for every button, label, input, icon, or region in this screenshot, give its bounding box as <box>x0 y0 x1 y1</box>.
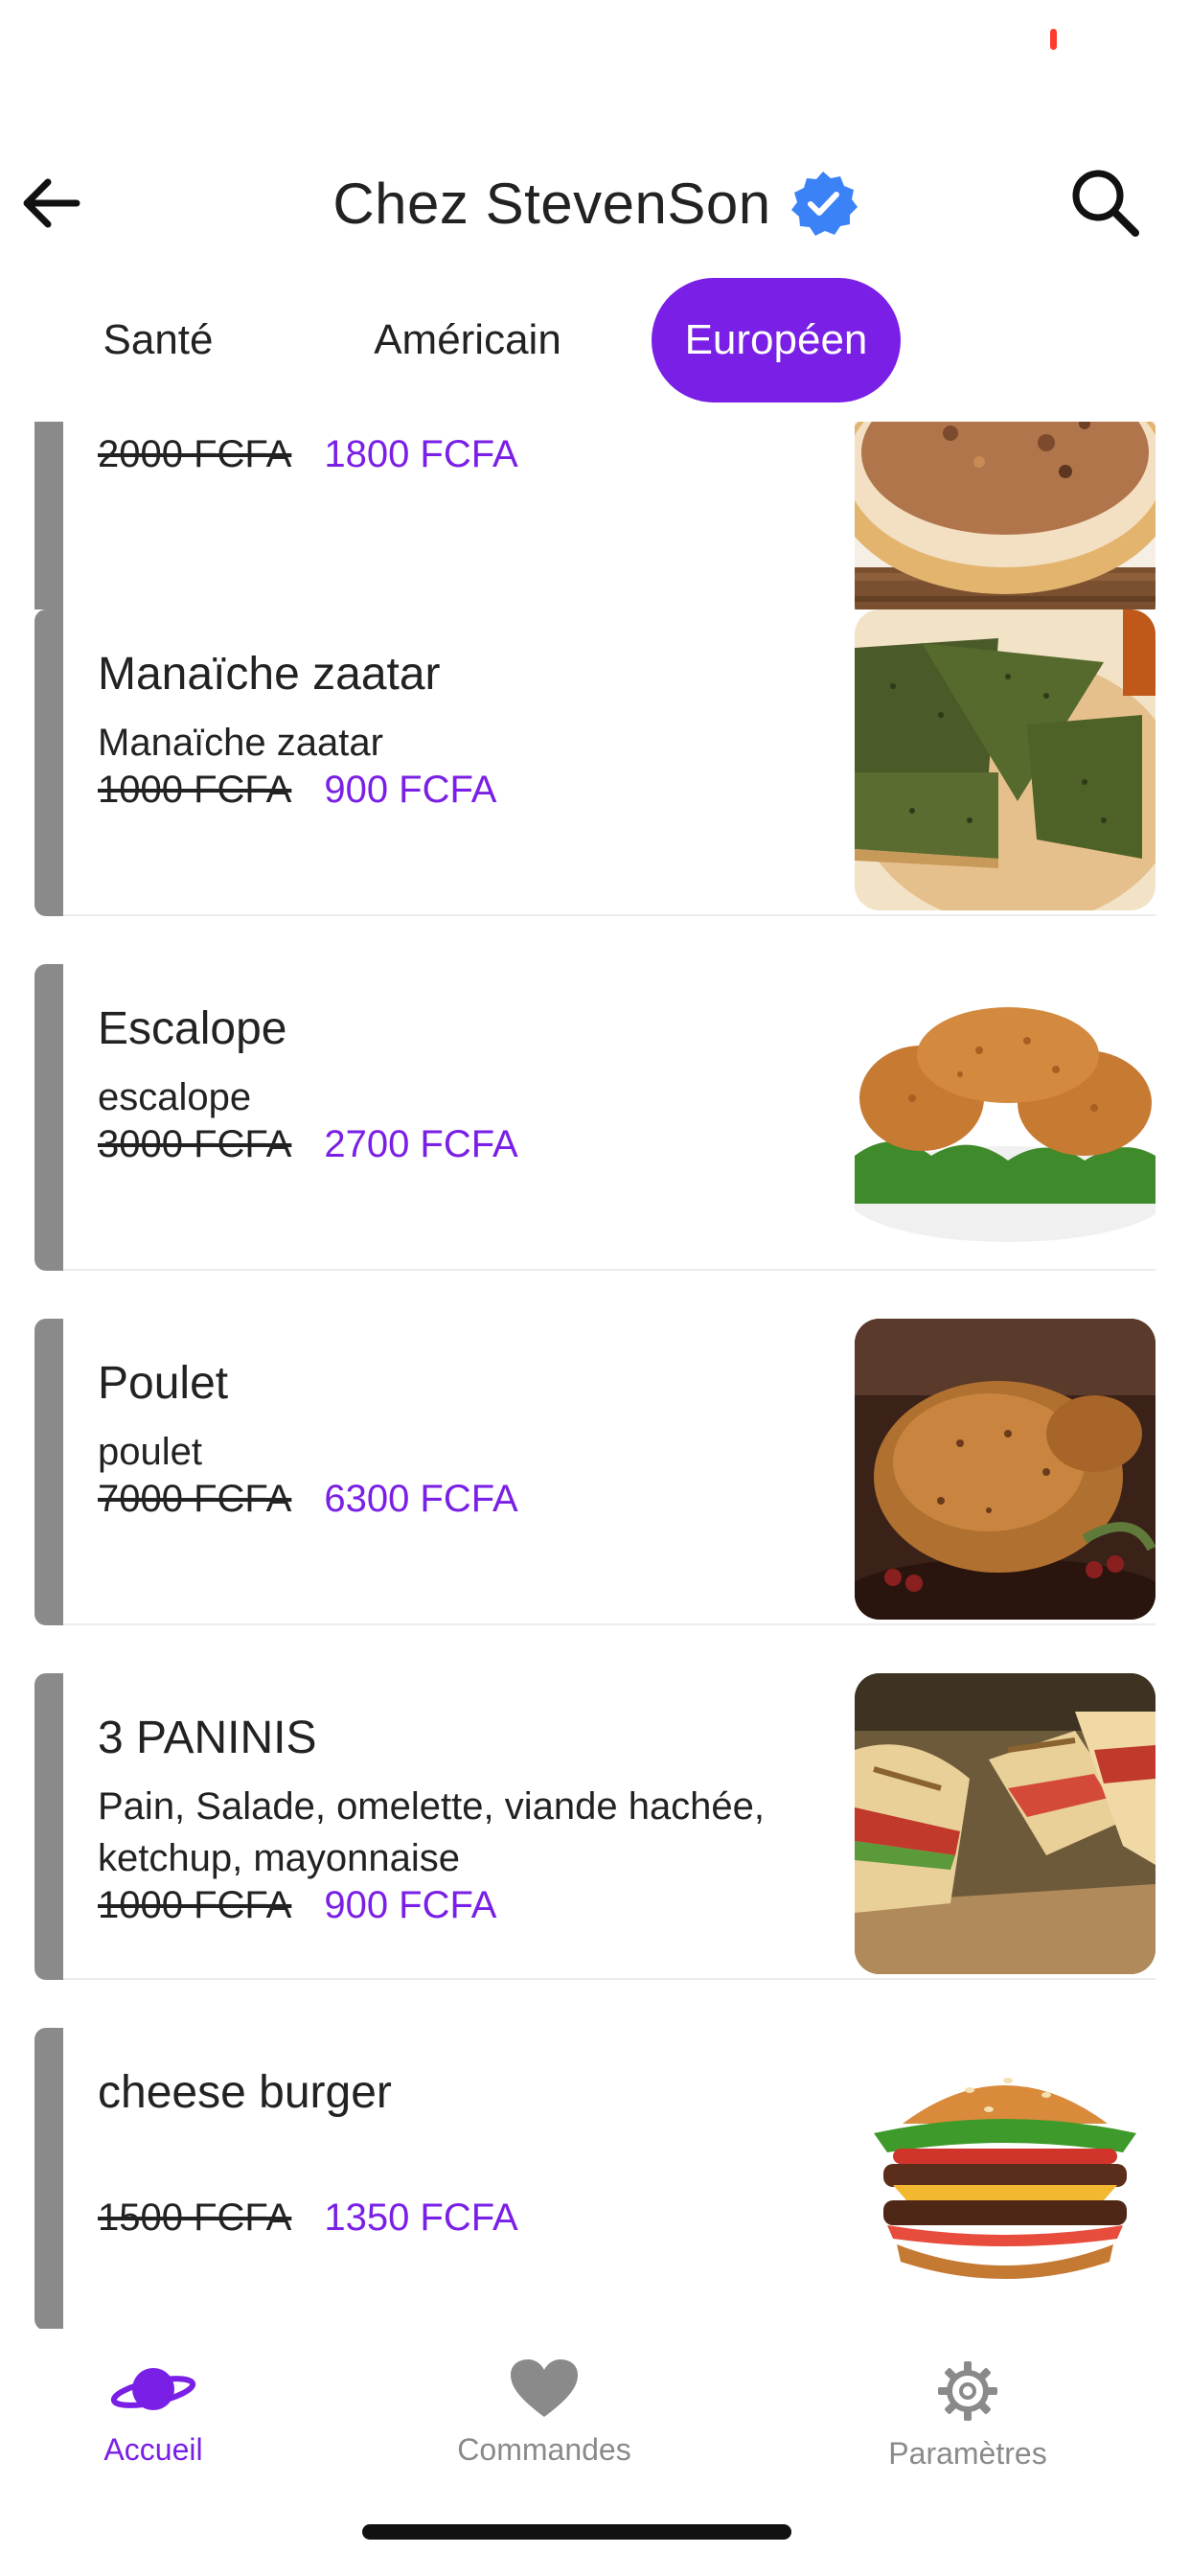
tab-europeen[interactable]: Européen <box>652 278 901 402</box>
category-tabs: Santé Américain Européen <box>0 278 1190 402</box>
new-price: 1350 FCFA <box>324 2196 518 2239</box>
old-price: 1500 FCFA <box>98 2196 292 2239</box>
new-price: 1800 FCFA <box>324 433 518 475</box>
old-price: 1000 FCFA <box>98 1884 292 1926</box>
list-item[interactable]: Escalope escalope 3000 FCFA 2700 FCFA <box>34 964 1156 1271</box>
item-accent-bar <box>34 2028 63 2329</box>
new-price: 2700 FCFA <box>324 1123 518 1165</box>
item-accent-bar <box>34 1673 63 1980</box>
price-row: 7000 FCFA 6300 FCFA <box>98 1478 518 1521</box>
manaiche-zaatar-image <box>855 610 1156 910</box>
bottom-nav: Accueil Commandes Paramètres <box>0 2329 1190 2482</box>
item-name: Manaïche zaatar <box>98 649 441 700</box>
list-item[interactable]: Manaïche zaatar Manaïche zaatar 1000 FCF… <box>34 610 1156 916</box>
divider <box>63 1623 1156 1625</box>
gear-icon <box>938 2361 997 2421</box>
pizza-image <box>855 422 1156 631</box>
home-indicator <box>362 2524 791 2540</box>
price-row: 1500 FCFA 1350 FCFA <box>98 2196 518 2240</box>
nav-label: Commandes <box>457 2432 631 2467</box>
list-item[interactable]: cheese burger 1500 FCFA 1350 FCFA <box>34 2028 1156 2329</box>
new-price: 900 FCFA <box>324 1884 497 1926</box>
status-indicator <box>1050 29 1057 50</box>
search-icon <box>1072 170 1139 237</box>
divider <box>63 1978 1156 1980</box>
old-price: 3000 FCFA <box>98 1123 292 1165</box>
price-row: 2000 FCFA 1800 FCFA <box>98 433 518 476</box>
price-row: 3000 FCFA 2700 FCFA <box>98 1123 518 1166</box>
app-header: Chez StevenSon <box>0 144 1190 259</box>
tab-americain[interactable]: Américain <box>353 278 583 402</box>
product-list[interactable]: 2000 FCFA 1800 FCFA Manaïche zaatar Mana… <box>0 422 1190 2329</box>
item-name: 3 PANINIS <box>98 1713 317 1763</box>
new-price: 900 FCFA <box>324 769 497 811</box>
roast-chicken-image <box>855 1319 1156 1620</box>
item-name: Escalope <box>98 1003 287 1054</box>
panini-image <box>855 1673 1156 1974</box>
nav-commandes[interactable]: Commandes <box>400 2359 688 2468</box>
list-item[interactable]: 3 PANINIS Pain, Salade, omelette, viande… <box>34 1673 1156 1980</box>
item-description: Pain, Salade, omelette, viande hachée, k… <box>98 1785 766 1879</box>
new-price: 6300 FCFA <box>324 1478 518 1520</box>
price-row: 1000 FCFA 900 FCFA <box>98 769 496 812</box>
escalope-image <box>855 964 1156 1265</box>
item-name: Poulet <box>98 1358 229 1409</box>
item-description: poulet <box>98 1431 202 1473</box>
item-description: escalope <box>98 1076 252 1118</box>
old-price: 1000 FCFA <box>98 769 292 811</box>
heart-icon <box>511 2359 578 2417</box>
item-accent-bar <box>34 964 63 1271</box>
nav-label: Paramètres <box>888 2436 1047 2471</box>
tab-sante[interactable]: Santé <box>67 278 249 402</box>
item-accent-bar <box>34 610 63 916</box>
price-row: 1000 FCFA 900 FCFA <box>98 1884 496 1927</box>
old-price: 2000 FCFA <box>98 433 292 475</box>
title-wrap: Chez StevenSon <box>0 167 1190 240</box>
search-button[interactable] <box>1062 159 1148 245</box>
list-item[interactable]: Poulet poulet 7000 FCFA 6300 FCFA <box>34 1319 1156 1625</box>
nav-label: Accueil <box>103 2432 203 2467</box>
verified-badge-icon <box>790 172 858 236</box>
nav-accueil[interactable]: Accueil <box>10 2359 297 2468</box>
page-title: Chez StevenSon <box>332 171 771 236</box>
item-name: cheese burger <box>98 2067 392 2118</box>
old-price: 7000 FCFA <box>98 1478 292 1520</box>
planet-icon <box>110 2368 196 2410</box>
divider <box>63 1269 1156 1271</box>
item-accent-bar <box>34 1319 63 1625</box>
nav-parametres[interactable]: Paramètres <box>824 2359 1111 2472</box>
divider <box>63 914 1156 916</box>
item-description: Manaïche zaatar <box>98 722 383 764</box>
cheeseburger-image <box>855 2057 1156 2296</box>
